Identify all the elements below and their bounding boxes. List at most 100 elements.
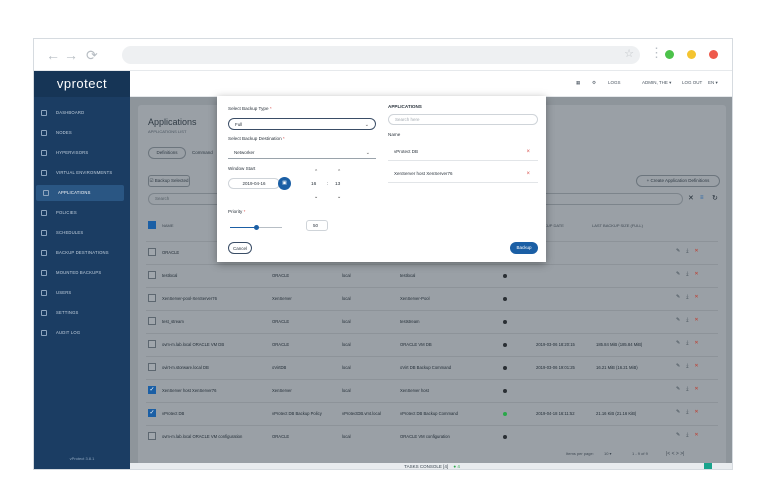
delete-icon[interactable]: ✕	[694, 340, 704, 346]
sidebar-item-nodes[interactable]: NODES	[34, 125, 130, 141]
edit-icon[interactable]: ✎	[676, 363, 686, 369]
tasks-console-label[interactable]: TASKS CONSOLE [4]	[404, 464, 448, 469]
window-start-date-input[interactable]: 2019-04-16	[228, 178, 280, 189]
tasks-console-bar[interactable]: TASKS CONSOLE [4] ● 4	[130, 463, 732, 469]
remove-application-icon[interactable]: ×	[526, 165, 530, 183]
sidebar-item-label: POLICIES	[56, 210, 77, 215]
logs-link[interactable]: LOGS	[608, 80, 621, 85]
sidebar-item-virtual-environments[interactable]: VIRTUAL ENVIRONMENTS	[34, 165, 130, 181]
select-all-checkbox[interactable]	[148, 221, 156, 229]
row-checkbox[interactable]: ✓	[148, 409, 156, 417]
row-checkbox[interactable]	[148, 363, 156, 371]
table-row[interactable]: test_stream ORACLE local teststream ✎⤓✕	[146, 310, 718, 332]
row-checkbox[interactable]	[148, 340, 156, 348]
table-row[interactable]: testlocal ORACLE local testlocal ✎⤓✕	[146, 264, 718, 286]
edit-icon[interactable]: ✎	[676, 248, 686, 254]
sidebar-item-policies[interactable]: POLICIES	[34, 205, 130, 221]
back-icon[interactable]: ←	[46, 47, 60, 63]
row-checkbox[interactable]	[148, 271, 156, 279]
grid-icon[interactable]: ▦	[576, 80, 580, 86]
refresh-icon[interactable]: ↻	[712, 194, 718, 202]
table-row[interactable]: XenServer-pool-XenServer76 XenServer local…	[146, 287, 718, 309]
sidebar-item-backup-destinations[interactable]: BACKUP DESTINATIONS	[34, 245, 130, 261]
calendar-icon[interactable]: ▣	[278, 177, 291, 190]
priority-input[interactable]: 50	[306, 220, 328, 231]
table-row[interactable]: ovm-m.lab.local ORACLE VM DB ORACLE local O…	[146, 333, 718, 355]
sidebar-item-users[interactable]: USERS	[34, 285, 130, 301]
logout-link[interactable]: LOG OUT	[682, 80, 702, 85]
backup-type-select[interactable]: Full ⌄	[228, 118, 376, 130]
gear-icon[interactable]: ⚙	[592, 80, 596, 86]
row-checkbox[interactable]: ✓	[148, 386, 156, 394]
green-window-dot[interactable]	[665, 50, 674, 59]
backup-selected-button[interactable]: ☑ Backup Selected	[148, 175, 190, 187]
delete-icon[interactable]: ✕	[694, 317, 704, 323]
bookmark-star-icon[interactable]: ☆	[624, 47, 634, 60]
row-actions: ✎⤓✕	[676, 271, 705, 277]
user-menu[interactable]: ADMIN, THE ▾	[642, 80, 671, 86]
column-name[interactable]: NAME	[162, 223, 174, 228]
table-row[interactable]: ✓ vProtect DB vProtect DB Backup Policy vPr…	[146, 402, 718, 424]
column-backup-size[interactable]: LAST BACKUP SIZE (FULL)	[592, 223, 643, 228]
row-actions: ✎⤓✕	[676, 317, 705, 323]
delete-icon[interactable]: ✕	[694, 248, 704, 254]
language-select[interactable]: EN ▾	[708, 80, 718, 86]
address-bar[interactable]: ☆	[122, 46, 640, 64]
backup-button[interactable]: Backup	[510, 242, 538, 254]
delete-icon[interactable]: ✕	[694, 271, 704, 277]
column-settings-icon[interactable]: ≡	[700, 195, 704, 201]
table-row[interactable]: ✓ XenServer host XenServer76 XenServer loca…	[146, 379, 718, 401]
selected-application-name: vProtect DB	[394, 149, 419, 154]
applications-search-input[interactable]: Search here	[388, 114, 538, 125]
sidebar-item-schedules[interactable]: SCHEDULES	[34, 225, 130, 241]
sidebar-item-settings[interactable]: SETTINGS	[34, 305, 130, 321]
table-row[interactable]: ovirt-m.storware.local DB oVirtDB local oVi…	[146, 356, 718, 378]
forward-icon[interactable]: →	[64, 47, 78, 63]
delete-icon[interactable]: ✕	[694, 363, 704, 369]
tab-commands[interactable]: Command	[192, 150, 213, 155]
cancel-button[interactable]: Cancel	[228, 242, 252, 254]
table-row[interactable]: ovm-m.lab.local ORACLE VM configuration O…	[146, 425, 718, 447]
sidebar-item-dashboard[interactable]: DASHBOARD	[34, 105, 130, 121]
delete-icon[interactable]: ✕	[694, 409, 704, 415]
sidebar-item-audit-log[interactable]: AUDIT LOG	[34, 325, 130, 341]
sidebar-item-mounted-backups[interactable]: MOUNTED BACKUPS	[34, 265, 130, 281]
pagination-controls[interactable]: |< < > >|	[666, 451, 684, 457]
remove-application-icon[interactable]: ×	[526, 143, 530, 161]
delete-icon[interactable]: ✕	[694, 294, 704, 300]
hour-input[interactable]: 16	[311, 182, 316, 187]
row-checkbox[interactable]	[148, 317, 156, 325]
delete-icon[interactable]: ✕	[694, 432, 704, 438]
app-logo[interactable]: vprotect	[34, 71, 130, 97]
delete-icon[interactable]: ✕	[694, 386, 704, 392]
edit-icon[interactable]: ✎	[676, 317, 686, 323]
reload-icon[interactable]: ⟳	[86, 47, 98, 64]
priority-slider-thumb[interactable]	[253, 225, 259, 230]
row-checkbox[interactable]	[148, 248, 156, 256]
row-node: local	[342, 388, 351, 393]
edit-icon[interactable]: ✎	[676, 271, 686, 277]
sidebar-item-hypervisors[interactable]: HYPERVISORS	[34, 145, 130, 161]
items-per-page-select[interactable]: 10 ▾	[604, 451, 612, 456]
backup-destination-select[interactable]: Networker ⌄	[228, 147, 376, 159]
edit-icon[interactable]: ✎	[676, 386, 686, 392]
sidebar-item-applications[interactable]: APPLICATIONS	[36, 185, 124, 201]
minute-up-icon[interactable]: ⌃	[337, 169, 341, 175]
minute-down-icon[interactable]: ⌄	[337, 194, 341, 200]
create-definition-button[interactable]: + Create Application Definitions	[636, 175, 720, 187]
yellow-window-dot[interactable]	[687, 50, 696, 59]
hour-down-icon[interactable]: ⌄	[314, 194, 318, 200]
hour-up-icon[interactable]: ⌃	[314, 169, 318, 175]
edit-icon[interactable]: ✎	[676, 409, 686, 415]
edit-icon[interactable]: ✎	[676, 294, 686, 300]
red-window-dot[interactable]	[709, 50, 718, 59]
row-checkbox[interactable]	[148, 432, 156, 440]
clear-search-icon[interactable]: ✕	[688, 194, 694, 202]
minute-input[interactable]: 13	[335, 182, 340, 187]
edit-icon[interactable]: ✎	[676, 432, 686, 438]
browser-menu-icon[interactable]: ⋮	[650, 45, 663, 61]
tab-definitions[interactable]: Definitions	[148, 147, 186, 159]
edit-icon[interactable]: ✎	[676, 340, 686, 346]
console-toggle-button[interactable]	[704, 463, 712, 469]
row-checkbox[interactable]	[148, 294, 156, 302]
